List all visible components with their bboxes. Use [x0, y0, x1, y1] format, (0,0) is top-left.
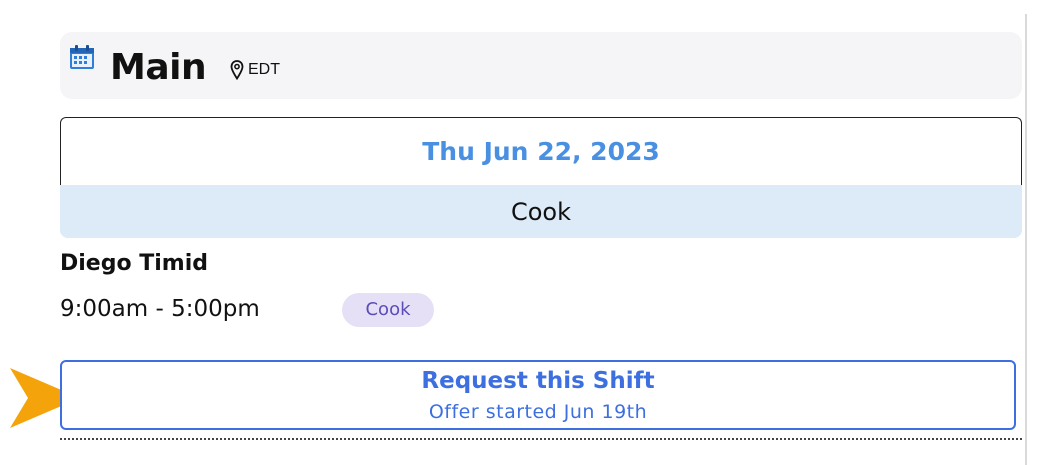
timezone-label: EDT [248, 61, 280, 78]
calendar-icon [70, 45, 94, 69]
day-date: Thu Jun 22, 2023 [422, 137, 660, 166]
location-title: Main [110, 47, 207, 88]
role-tag: Cook [365, 299, 411, 320]
employee-name: Diego Timid [60, 251, 209, 276]
request-shift-label[interactable]: Request this Shift [60, 366, 1016, 396]
role-group-label: Cook [510, 198, 572, 226]
dotted-divider [60, 438, 1022, 440]
shift-time-range: 9:00am - 5:00pm [60, 296, 260, 322]
right-divider [1025, 14, 1027, 465]
map-pin-icon [230, 60, 244, 80]
offer-started-label[interactable]: Offer started Jun 19th [60, 399, 1016, 425]
schedule-page: Main EDT Thu Jun 22, 2023 Cook Diego Tim… [0, 0, 1040, 465]
